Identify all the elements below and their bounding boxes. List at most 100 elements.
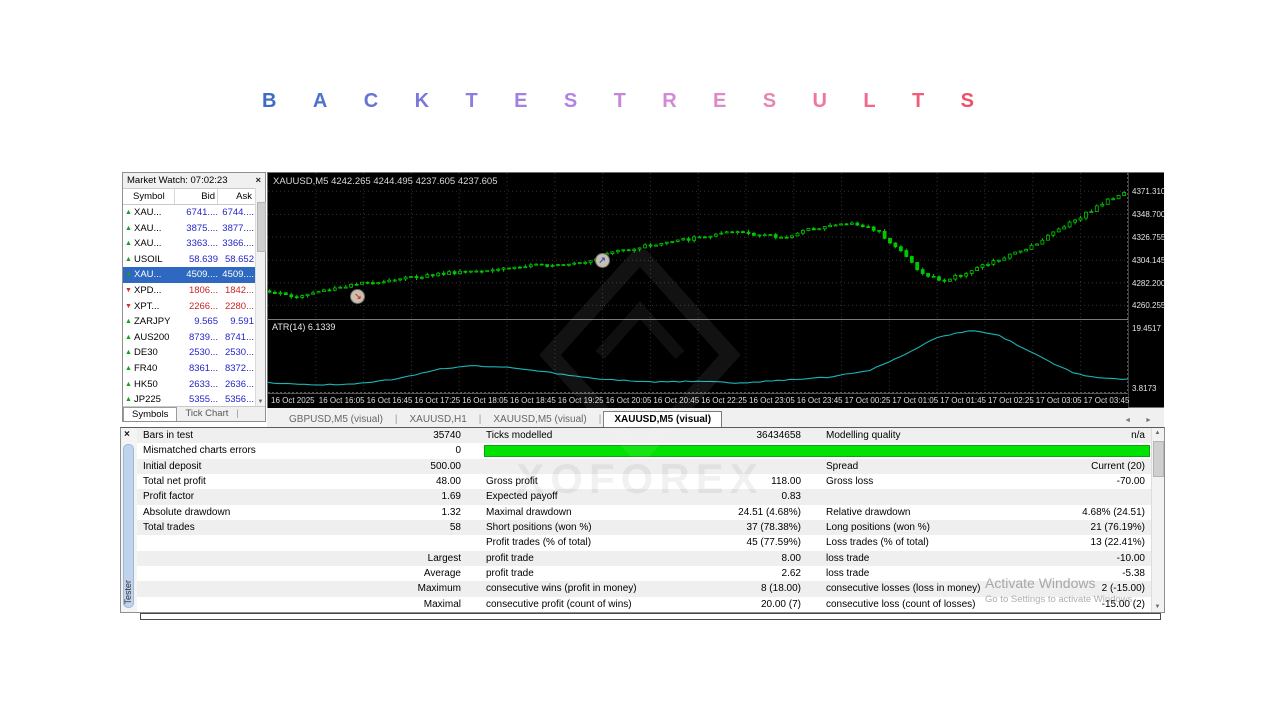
- chart-hscroll-arrows[interactable]: ◄ ►: [1124, 417, 1158, 424]
- ask-value: 2280...: [224, 300, 254, 312]
- tester-results-panel: × Tester Bars in test 35740 Ticks modell…: [120, 427, 1165, 613]
- candlestick-chart[interactable]: [268, 173, 1128, 393]
- market-watch-row[interactable]: ▲ ZARJPY 9.565 9.591: [123, 314, 265, 330]
- price-label: 4326.755: [1132, 232, 1166, 242]
- ask-value: 6744....: [222, 207, 254, 218]
- tester-row: Bars in test 35740 Ticks modelled 364346…: [137, 428, 1152, 444]
- tester-row: Initial deposit 500.00 Spread Current (2…: [137, 458, 1152, 474]
- direction-arrow-icon: ▲: [125, 240, 132, 248]
- title-letter: S: [563, 90, 578, 112]
- stat-value-2: 36434658: [756, 430, 802, 442]
- stat-value-1: Maximal: [423, 598, 461, 610]
- market-watch-row[interactable]: ▼ XPT... 2266... 2280...: [123, 299, 265, 315]
- tester-row: Profit factor 1.69 Expected payoff 0.83: [137, 489, 1152, 505]
- bid-value: 8739...: [188, 331, 218, 343]
- title-letter: E: [514, 90, 528, 112]
- ask-value: 1842...: [224, 284, 254, 296]
- close-icon[interactable]: ×: [255, 173, 261, 188]
- stat-value-2: 24.51 (4.68%): [738, 506, 801, 518]
- time-label: 17 Oct 02:25: [988, 396, 1034, 405]
- market-watch-row[interactable]: ▲ DE30 2530... 2530...: [123, 345, 265, 361]
- tab-separator: |: [236, 408, 239, 419]
- symbol-name: HK50: [134, 378, 158, 390]
- price-label: 4304.145: [1132, 256, 1166, 266]
- price-label: 4260.255: [1132, 301, 1166, 311]
- direction-arrow-icon: ▲: [125, 364, 132, 372]
- column-bid[interactable]: Bid: [175, 189, 218, 204]
- stat-value-1: 1.69: [441, 491, 461, 503]
- time-label: 16 Oct 20:05: [605, 396, 652, 405]
- market-watch-row[interactable]: ▲ HK50 2633... 2636...: [123, 377, 265, 393]
- tester-row: Total trades 58 Short positions (won %) …: [137, 519, 1152, 536]
- tester-row: Profit trades (% of total) 45 (77.59%) L…: [137, 535, 1152, 550]
- market-watch-tab-tick-chart[interactable]: Tick Chart: [177, 407, 236, 421]
- column-symbol[interactable]: Symbol: [123, 189, 175, 204]
- direction-arrow-icon: ▲: [125, 255, 132, 263]
- stat-value-1: 48.00: [435, 476, 461, 488]
- scrollbar-thumb[interactable]: [257, 202, 266, 252]
- market-watch-title: Market Watch: 07:02:23: [127, 175, 228, 186]
- symbol-name: DE30: [134, 347, 158, 359]
- stat-value-1: [287, 535, 461, 550]
- stat-value-1: 500.00: [430, 460, 461, 472]
- symbol-name: ZARJPY: [134, 316, 171, 328]
- direction-arrow-icon: ▲: [125, 333, 132, 341]
- stat-value-1: Largest: [427, 552, 461, 564]
- tester-side-tab[interactable]: Tester: [123, 444, 134, 608]
- chart-symbol-ohlc: XAUUSD,M5 4242.265 4244.495 4237.605 423…: [273, 176, 498, 187]
- trade-marker-icon: ↗: [594, 253, 610, 269]
- scroll-down-icon[interactable]: ▼: [1152, 604, 1163, 610]
- bottom-panel-edge: [140, 613, 1161, 620]
- ask-value: 3366....: [222, 238, 254, 250]
- bid-value: 4509....: [186, 269, 218, 281]
- market-watch-row[interactable]: ▲ XAU... 3875.... 3877....: [123, 221, 265, 237]
- atr-scale-label: 3.8173: [1132, 384, 1157, 394]
- market-watch-rows: ▲ XAU... 6741.... 6744.... ▲ XAU... 3875…: [123, 205, 265, 408]
- time-label: 17 Oct 01:45: [940, 396, 986, 405]
- chart-window[interactable]: XAUUSD,M5 4242.265 4244.495 4237.605 423…: [267, 172, 1166, 408]
- time-label: 16 Oct 22:25: [701, 396, 747, 405]
- stat-value-2: 2.62: [781, 568, 801, 580]
- stat-value-3: -15.00 (2): [1101, 598, 1145, 610]
- market-watch-row[interactable]: ▼ XPD... 1806... 1842...: [123, 283, 265, 299]
- price-scale[interactable]: 4371.310 4348.700 4326.755 4304.145 4282.200…: [1128, 173, 1166, 407]
- chart-tab-1[interactable]: XAUUSD,H1: [400, 412, 477, 427]
- stat-value-3: -70.00: [1116, 476, 1145, 488]
- bid-value: 6741....: [186, 207, 218, 218]
- market-watch-header: Symbol Bid Ask ▲: [123, 189, 265, 205]
- stat-value-3: 2 (-15.00): [1101, 583, 1145, 595]
- market-watch-tab-symbols[interactable]: Symbols: [123, 407, 178, 421]
- market-watch-row[interactable]: ▲ XAU... 4509.... 4509....: [123, 267, 265, 283]
- tester-side-label: Tester: [123, 580, 133, 605]
- direction-arrow-icon: ▲: [125, 209, 132, 216]
- column-ask[interactable]: Ask: [218, 189, 254, 204]
- tester-scrollbar[interactable]: ▲ ▼: [1151, 428, 1164, 612]
- chart-tab-3[interactable]: XAUUSD,M5 (visual): [603, 411, 723, 427]
- bid-value: 58.639: [188, 253, 218, 265]
- market-watch-scrollbar[interactable]: ▼: [255, 188, 266, 406]
- market-watch-row[interactable]: ▲ XAU... 3363.... 3366....: [123, 236, 265, 252]
- time-label: 17 Oct 00:25: [844, 396, 891, 405]
- stat-value-2: 8 (18.00): [760, 583, 801, 595]
- market-watch-row[interactable]: ▲ XAU... 6741.... 6744....: [123, 205, 265, 221]
- scrollbar-thumb[interactable]: [1153, 441, 1164, 477]
- title-letter: T: [912, 90, 925, 112]
- chart-tab-2[interactable]: XAUUSD,M5 (visual): [483, 412, 596, 427]
- market-watch-row[interactable]: ▲ USOIL 58.639 58.652: [123, 252, 265, 268]
- tester-row: Absolute drawdown 1.32 Maximal drawdown …: [137, 505, 1152, 520]
- tester-report-table: Bars in test 35740 Ticks modelled 364346…: [137, 428, 1152, 612]
- time-label: 16 Oct 20:45: [653, 396, 700, 405]
- market-watch-row[interactable]: ▲ AUS200 8739... 8741...: [123, 330, 265, 346]
- tab-separator: |: [478, 414, 482, 425]
- scroll-down-icon[interactable]: ▼: [256, 399, 265, 405]
- stat-value-3: -5.38: [1122, 568, 1145, 580]
- scroll-up-icon[interactable]: ▲: [1152, 430, 1163, 436]
- direction-arrow-icon: ▲: [125, 380, 132, 388]
- market-watch-row[interactable]: ▲ FR40 8361... 8372...: [123, 361, 265, 377]
- symbol-name: XAU...: [134, 207, 162, 218]
- chart-tab-0[interactable]: GBPUSD,M5 (visual): [279, 412, 393, 427]
- chart-tab-bar: GBPUSD,M5 (visual) | XAUUSD,H1 | XAUUSD,M5 (…: [267, 408, 1164, 427]
- time-axis[interactable]: 16 Oct 2025 16 Oct 16:05 16 Oct 16:45 16 Oc…: [268, 393, 1129, 408]
- bid-value: 2530...: [188, 347, 218, 359]
- close-icon[interactable]: ×: [124, 429, 130, 440]
